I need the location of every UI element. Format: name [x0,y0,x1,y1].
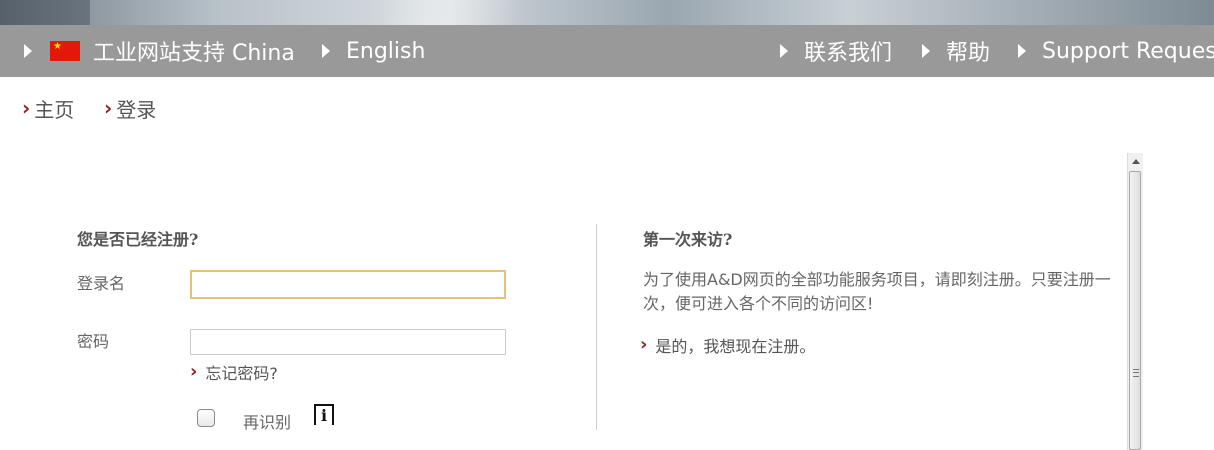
register-now-link[interactable]: › 是的，我想现在注册。 [640,333,815,357]
triangle-right-icon [1018,44,1026,58]
username-label: 登录名 [77,274,126,293]
banner-shade [0,0,90,25]
china-flag-icon: ★ [50,41,80,61]
first-visit-description: 为了使用A&D网页的全部功能服务项目，请即刻注册。只要注册一次，便可进入各个不同… [643,270,1111,313]
chevron-right-icon: › [640,334,648,355]
scroll-up-button[interactable] [1128,153,1143,170]
banner-highlight [380,0,520,25]
nav-item-label: Support Request [1042,38,1214,64]
remember-me-label: 再识别 [243,413,292,432]
nav-item-label: 工业网站支持 China [93,41,295,66]
triangle-right-icon [780,44,788,58]
column-divider [596,224,597,430]
nav-item-china-support[interactable]: ★ 工业网站支持 China [24,25,295,77]
chevron-right-icon: › [190,361,198,382]
nav-item-help[interactable]: 帮助 [922,25,990,77]
first-visit-heading: 第一次来访? [643,230,733,249]
triangle-right-icon [322,44,330,58]
breadcrumb-login[interactable]: › 登录 [104,93,156,123]
breadcrumb-label: 登录 [116,97,157,122]
triangle-right-icon [24,44,32,58]
username-input[interactable] [190,270,506,299]
info-icon[interactable]: i [314,404,334,425]
grip-icon [1133,369,1139,377]
remember-me-checkbox[interactable] [197,409,215,427]
password-input[interactable] [190,329,506,355]
scrollbar-thumb[interactable] [1129,171,1141,450]
breadcrumb-home[interactable]: › 主页 [22,93,74,123]
nav-item-english[interactable]: English [322,25,425,77]
nav-item-label: 联系我们 [804,41,893,66]
forgot-password-link[interactable]: › 忘记密码? [190,360,278,384]
chevron-right-icon: › [104,96,113,120]
header-banner-image [0,0,1214,25]
nav-item-label: English [346,38,426,64]
breadcrumb-label: 主页 [34,97,75,122]
register-now-label: 是的，我想现在注册。 [655,337,816,356]
chevron-right-icon: › [22,96,31,120]
login-panel: 您是否已经注册? 登录名 密码 › 忘记密码? 再识别 i 第一次来访? 为了使… [0,150,1145,450]
triangle-right-icon [922,44,930,58]
forgot-password-label: 忘记密码? [205,364,278,383]
login-heading: 您是否已经注册? [77,230,199,249]
top-navigation-bar: ★ 工业网站支持 China English 联系我们 帮助 Support R… [0,25,1214,77]
arrow-up-icon [1131,159,1140,164]
nav-item-label: 帮助 [946,41,991,66]
vertical-scrollbar[interactable] [1127,153,1143,450]
nav-item-support-request[interactable]: Support Request [1018,25,1214,77]
nav-item-contact-us[interactable]: 联系我们 [780,25,892,77]
password-label: 密码 [77,332,110,351]
